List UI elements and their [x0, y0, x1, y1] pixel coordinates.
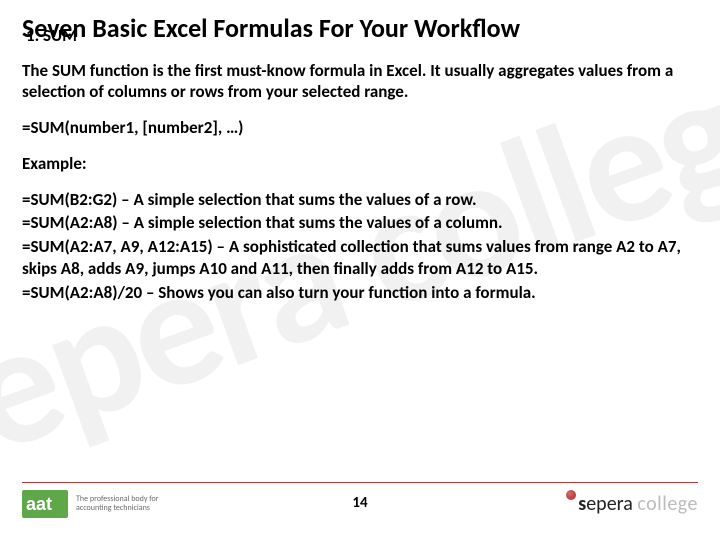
footer: 14 aat The professional body for account… — [0, 482, 720, 530]
section-heading: 1. SUM — [26, 25, 698, 46]
paragraph-intro: The SUM function is the first must-know … — [22, 60, 698, 104]
slide: sepera college Seven Basic Excel Formula… — [0, 0, 720, 540]
example-row: =SUM(A2:A7, A9, A12:A15) – A sophisticat… — [22, 236, 698, 280]
paragraph-syntax: =SUM(number1, [number2], …) — [22, 117, 698, 139]
aat-tagline-line: accounting technicians — [76, 504, 159, 513]
aat-badge-text: aat — [26, 494, 52, 514]
sepera-epera: epera — [586, 492, 633, 516]
example-label: Example: — [22, 153, 698, 175]
example-row: =SUM(B2:G2) – A simple selection that su… — [22, 189, 698, 211]
footer-divider — [22, 482, 698, 483]
aat-logo: aat The professional body for accounting… — [22, 490, 159, 518]
example-list: =SUM(B2:G2) – A simple selection that su… — [22, 189, 698, 304]
sepera-logo: sepera college — [566, 492, 698, 516]
body-content: The SUM function is the first must-know … — [22, 60, 698, 304]
aat-tagline: The professional body for accounting tec… — [76, 495, 159, 513]
example-row: =SUM(A2:A8)/20 – Shows you can also turn… — [22, 282, 698, 304]
sepera-college: college — [637, 492, 698, 516]
sepera-dot-icon — [566, 490, 576, 500]
example-row: =SUM(A2:A8) – A simple selection that su… — [22, 212, 698, 234]
aat-badge-icon: aat — [22, 490, 68, 518]
